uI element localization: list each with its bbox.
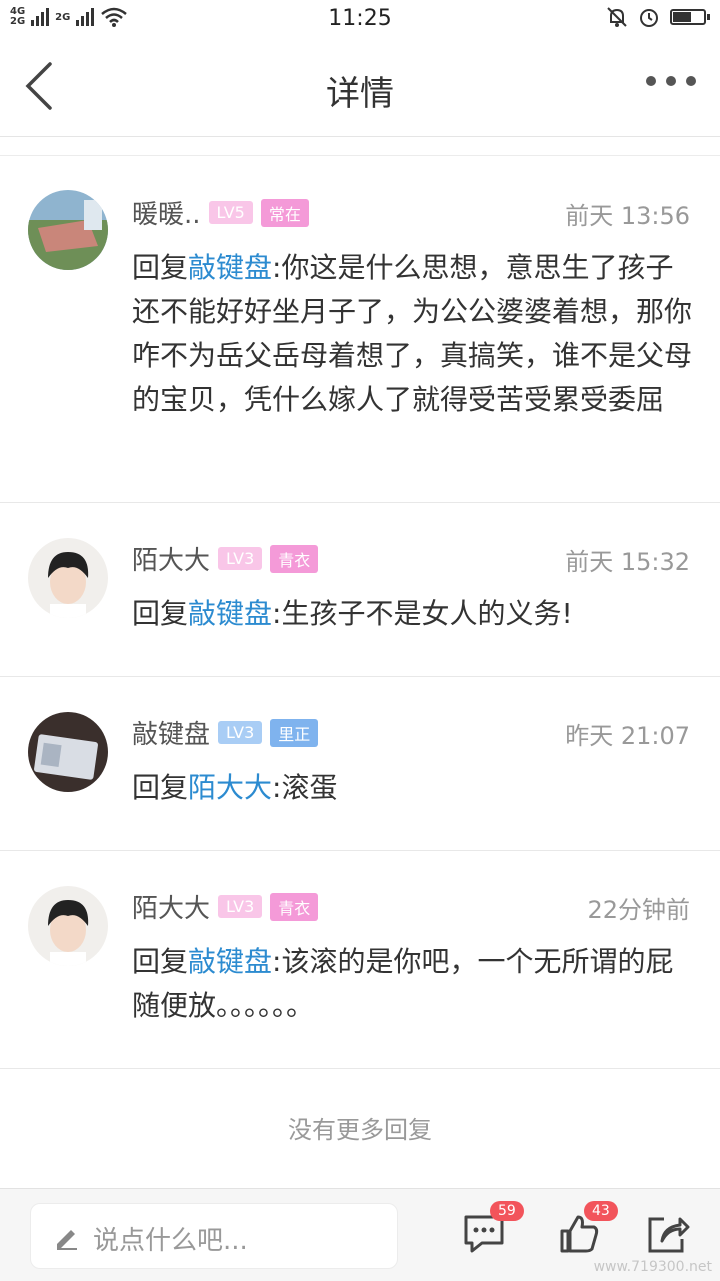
header: 详情 bbox=[0, 38, 720, 137]
mention-link[interactable]: 陌大大 bbox=[188, 771, 272, 804]
title-badge: 里正 bbox=[270, 718, 319, 747]
comment-time: 前天 15:32 bbox=[565, 548, 690, 576]
comment-item: 敲键盘 LV3 里正 昨天 21:07 回复陌大大:滚蛋 bbox=[0, 676, 720, 851]
share-button[interactable] bbox=[644, 1211, 690, 1257]
title-badge: 青衣 bbox=[270, 544, 319, 573]
reply-label: 回复 bbox=[132, 597, 189, 630]
user-name[interactable]: 陌大大 bbox=[132, 888, 210, 925]
comment-count-badge: 59 bbox=[490, 1201, 524, 1221]
mute-bell-icon bbox=[607, 7, 627, 27]
page-title: 详情 bbox=[326, 74, 394, 114]
like-button[interactable]: 43 bbox=[556, 1201, 618, 1257]
watermark: www.719300.net bbox=[593, 1259, 712, 1275]
mention-link[interactable]: 敲键盘 bbox=[188, 597, 272, 630]
level-badge: LV3 bbox=[218, 721, 263, 744]
comment-content: :生孩子不是女人的义务! bbox=[272, 597, 573, 630]
comment-time: 前天 13:56 bbox=[565, 202, 690, 230]
comment-input[interactable]: 说点什么吧... bbox=[30, 1203, 398, 1269]
comment-text: 回复敲键盘:你这是什么思想，意思生了孩子还不能好好坐月子了，为公公婆婆着想，那你… bbox=[132, 246, 692, 422]
comment-time: 22分钟前 bbox=[587, 896, 690, 924]
avatar[interactable] bbox=[28, 886, 108, 966]
comment-time: 昨天 21:07 bbox=[565, 722, 690, 750]
user-name[interactable]: 暖暖.. bbox=[132, 194, 201, 231]
share-icon bbox=[648, 1217, 690, 1253]
reply-label: 回复 bbox=[132, 945, 189, 978]
user-name[interactable]: 敲键盘 bbox=[132, 714, 210, 751]
avatar[interactable] bbox=[28, 538, 108, 618]
user-name[interactable]: 陌大大 bbox=[132, 540, 210, 577]
comment-text: 回复敲键盘:生孩子不是女人的义务! bbox=[132, 592, 692, 636]
comment-text: 回复陌大大:滚蛋 bbox=[132, 766, 692, 810]
comment-item: 暖暖.. LV5 常在 前天 13:56 回复敲键盘:你这是什么思想，意思生了孩… bbox=[0, 156, 720, 503]
reply-label: 回复 bbox=[132, 771, 189, 804]
level-badge: LV3 bbox=[218, 895, 263, 918]
mention-link[interactable]: 敲键盘 bbox=[188, 251, 272, 284]
more-options-icon[interactable] bbox=[646, 76, 696, 86]
comment-text: 回复敲键盘:该滚的是你吧，一个无所谓的屁随便放。。。。。。 bbox=[132, 940, 692, 1028]
level-badge: LV5 bbox=[208, 201, 253, 224]
comment-item: 陌大大 LV3 青衣 前天 15:32 回复敲键盘:生孩子不是女人的义务! bbox=[0, 502, 720, 677]
comment-content: :滚蛋 bbox=[272, 771, 338, 804]
battery-icon bbox=[670, 9, 710, 25]
alarm-icon bbox=[640, 9, 658, 27]
comments-button[interactable]: 59 bbox=[462, 1201, 524, 1257]
mention-link[interactable]: 敲键盘 bbox=[188, 945, 272, 978]
avatar[interactable] bbox=[28, 712, 108, 792]
pencil-icon bbox=[57, 1230, 77, 1250]
like-count-badge: 43 bbox=[584, 1201, 618, 1221]
comment-item: 陌大大 LV3 青衣 22分钟前 回复敲键盘:该滚的是你吧，一个无所谓的屁随便放… bbox=[0, 850, 720, 1069]
level-badge: LV3 bbox=[218, 547, 263, 570]
bottom-bar: 说点什么吧... 59 43 www.719300.net bbox=[0, 1188, 720, 1281]
avatar[interactable] bbox=[28, 190, 108, 270]
status-bar: 4G 2G 2G 11:25 bbox=[0, 0, 720, 38]
reply-label: 回复 bbox=[132, 251, 189, 284]
no-more-replies: 没有更多回复 bbox=[288, 1116, 432, 1144]
input-placeholder: 说点什么吧... bbox=[93, 1226, 248, 1256]
title-badge: 青衣 bbox=[270, 892, 319, 921]
title-badge: 常在 bbox=[260, 198, 309, 227]
